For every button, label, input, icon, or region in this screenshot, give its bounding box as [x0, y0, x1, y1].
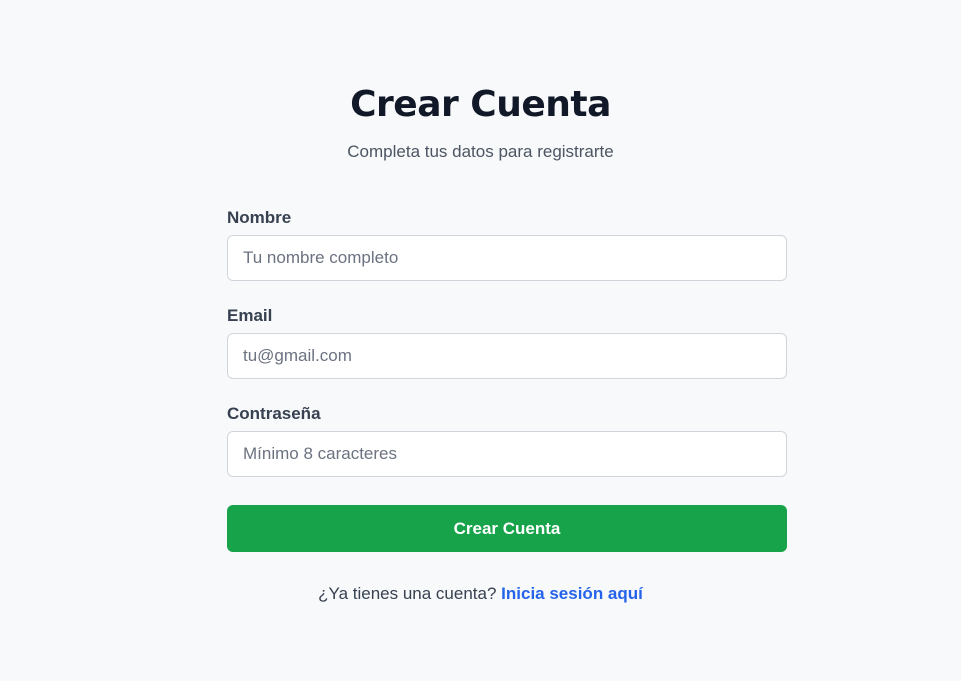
email-field-group: Email — [227, 305, 787, 402]
email-input[interactable] — [227, 333, 787, 379]
password-input[interactable] — [227, 431, 787, 477]
login-prompt: ¿Ya tienes una cuenta? Inicia sesión aqu… — [0, 584, 961, 604]
name-input[interactable] — [227, 235, 787, 281]
password-field-group: Contraseña — [227, 403, 787, 500]
login-prompt-text: ¿Ya tienes una cuenta? — [318, 584, 497, 603]
create-account-button[interactable]: Crear Cuenta — [227, 505, 787, 552]
password-label: Contraseña — [227, 404, 321, 423]
register-form: Nombre Email Contraseña Crear Cuenta — [227, 206, 787, 552]
page-subtitle: Completa tus datos para registrarte — [347, 142, 614, 161]
login-link[interactable]: Inicia sesión aquí — [501, 584, 643, 603]
page-title: Crear Cuenta — [350, 84, 611, 125]
name-field-group: Nombre — [227, 207, 787, 304]
email-label: Email — [227, 306, 273, 325]
name-label: Nombre — [227, 208, 292, 227]
register-page: Crear Cuenta Completa tus datos para reg… — [0, 0, 961, 681]
